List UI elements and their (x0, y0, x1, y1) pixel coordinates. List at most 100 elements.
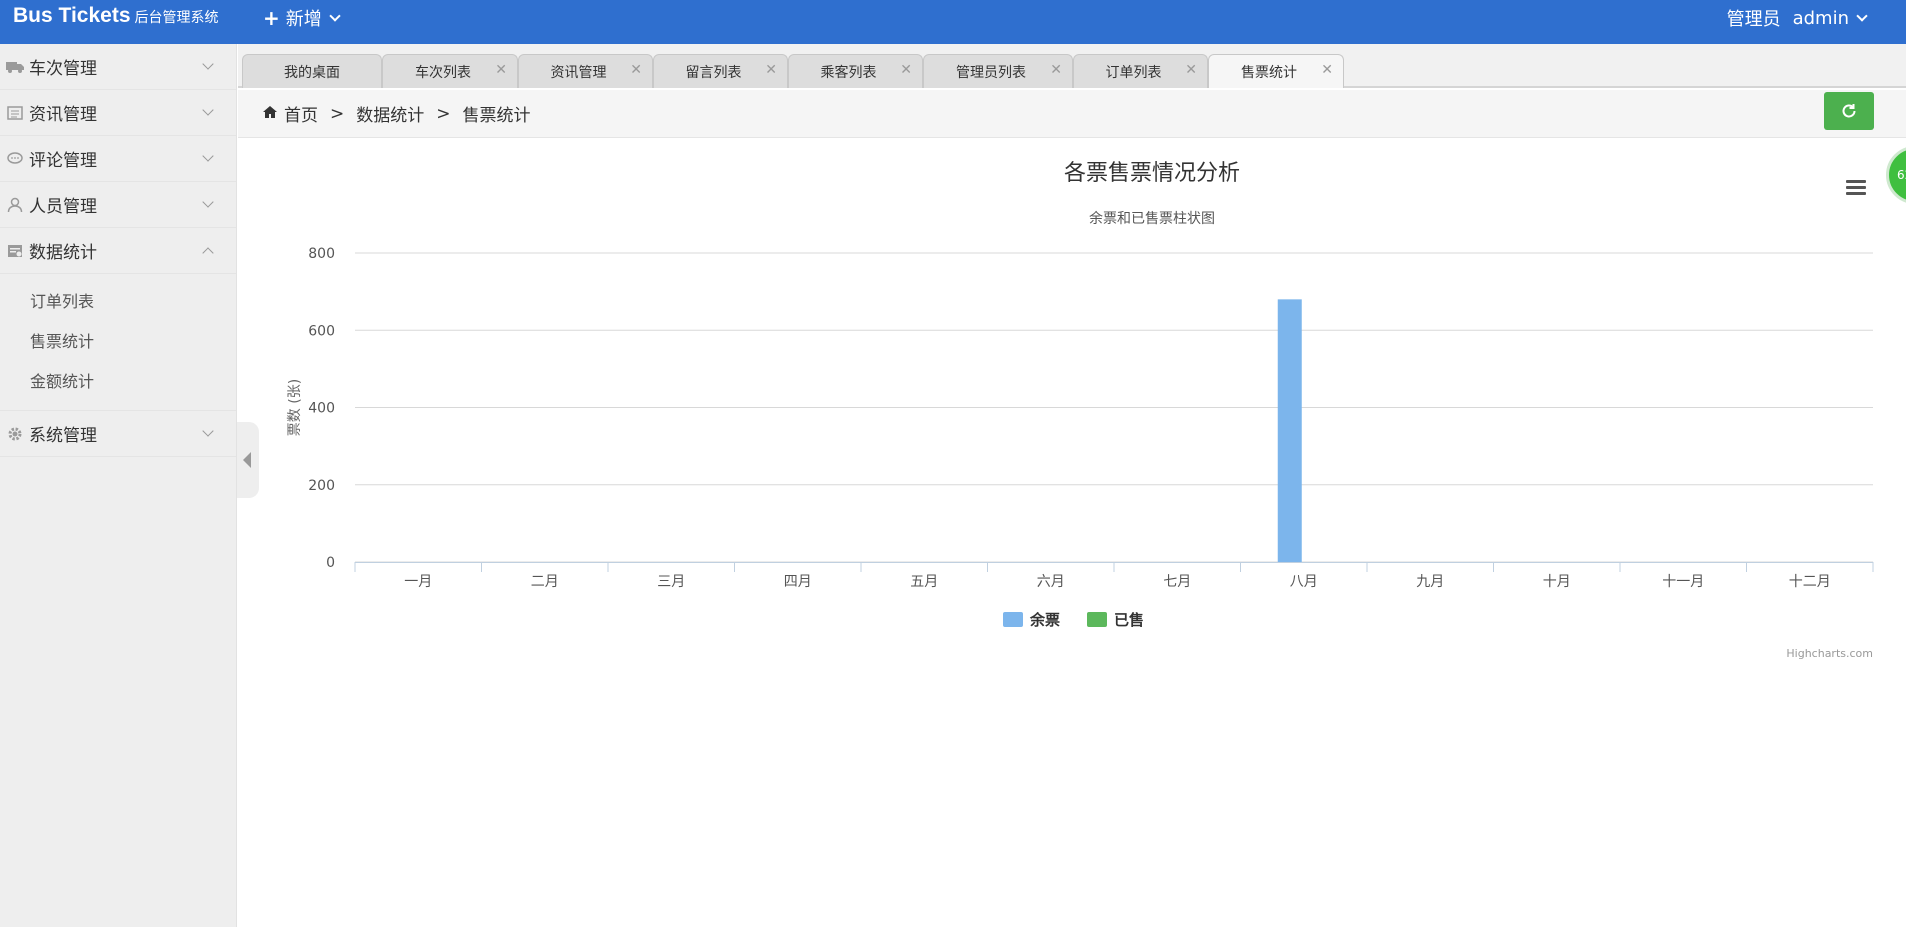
close-icon[interactable]: ✕ (1050, 62, 1062, 78)
bus-icon (6, 59, 24, 75)
y-tick-label: 200 (308, 478, 335, 494)
sidebar: 车次管理 资讯管理 评论管理 人员管理 数据统计 订单列表 售票统计 金额统计 (0, 44, 237, 927)
tab-label: 我的桌面 (284, 64, 340, 81)
gear-icon (6, 426, 24, 442)
news-icon (6, 105, 24, 121)
tab-train-list[interactable]: 车次列表 ✕ (382, 54, 518, 88)
submenu-item-amount-stats[interactable]: 金额统计 (0, 362, 236, 402)
chevron-down-icon (329, 9, 341, 22)
tab-label: 管理员列表 (956, 64, 1026, 81)
plus-icon: + (263, 6, 280, 30)
chevron-down-icon (202, 104, 214, 116)
y-tick-label: 800 (308, 246, 335, 262)
tab-bar: 我的桌面 车次列表 ✕ 资讯管理 ✕ 留言列表 ✕ 乘客列表 ✕ 管理员列表 ✕… (238, 44, 1906, 88)
sidebar-item-label: 车次管理 (29, 59, 97, 79)
chevron-down-icon (1856, 9, 1868, 22)
breadcrumb: 首页 > 数据统计 > 售票统计 (262, 101, 531, 126)
x-tick-label: 七月 (1163, 574, 1191, 590)
x-tick-label: 九月 (1416, 574, 1444, 590)
refresh-icon (1842, 104, 1856, 118)
sidebar-item-people[interactable]: 人员管理 (0, 182, 236, 228)
tab-label: 资讯管理 (550, 64, 607, 81)
close-icon[interactable]: ✕ (1321, 62, 1333, 78)
x-tick-label: 四月 (784, 574, 812, 590)
breadcrumb-level1[interactable]: 数据统计 (356, 101, 424, 126)
chart-menu-icon[interactable] (1846, 180, 1866, 198)
refresh-button[interactable] (1824, 92, 1874, 130)
sidebar-item-stats[interactable]: 数据统计 (0, 228, 236, 274)
breadcrumb-bar: 首页 > 数据统计 > 售票统计 (238, 90, 1906, 138)
sidebar-item-label: 评论管理 (29, 151, 97, 171)
add-new-button[interactable]: + 新增 (263, 5, 341, 31)
stats-submenu: 订单列表 售票统计 金额统计 (0, 274, 236, 411)
sidebar-item-label: 资讯管理 (29, 105, 97, 125)
sidebar-item-comments[interactable]: 评论管理 (0, 136, 236, 182)
x-tick-label: 六月 (1037, 574, 1065, 590)
tab-label: 售票统计 (1241, 64, 1297, 81)
chevron-down-icon (202, 150, 214, 162)
legend-label: 已售 (1114, 611, 1144, 629)
home-icon (262, 104, 278, 124)
user-role: 管理员 (1726, 9, 1781, 30)
tab-messages[interactable]: 留言列表 ✕ (653, 54, 788, 88)
bar-余票 (1277, 299, 1302, 562)
top-header: Bus Tickets 后台管理系统 + 新增 管理员 admin (0, 0, 1906, 44)
x-tick-label: 十一月 (1662, 574, 1704, 590)
x-tick-label: 三月 (657, 574, 685, 590)
sidebar-item-news[interactable]: 资讯管理 (0, 90, 236, 136)
ticket-bar-chart: 各票售票情况分析余票和已售票柱状图 0 200 400 600 800 票数 (张) 一月 二月… (287, 161, 1874, 660)
tab-desktop[interactable]: 我的桌面 (242, 54, 382, 88)
tab-label: 订单列表 (1105, 64, 1162, 81)
chart-container: 各票售票情况分析余票和已售票柱状图 0 200 400 600 800 票数 (张) 一月 二月… (238, 140, 1906, 670)
comment-icon (6, 151, 24, 167)
y-axis-label: 票数 (张) (287, 379, 303, 436)
sidebar-item-label: 系统管理 (29, 426, 97, 446)
close-icon[interactable]: ✕ (900, 62, 912, 78)
close-icon[interactable]: ✕ (765, 62, 777, 78)
chevron-down-icon (202, 425, 214, 437)
close-icon[interactable]: ✕ (630, 62, 642, 78)
breadcrumb-current: 售票统计 (462, 106, 531, 126)
legend-swatch (1003, 612, 1023, 627)
x-tick-label: 一月 (404, 574, 432, 590)
breadcrumb-home[interactable]: 首页 (284, 101, 318, 126)
chevron-down-icon (202, 58, 214, 70)
submenu-item-ticket-stats[interactable]: 售票统计 (0, 322, 236, 362)
user-name: admin (1792, 7, 1849, 29)
tab-label: 留言列表 (685, 64, 742, 81)
sidebar-item-label: 数据统计 (29, 243, 97, 263)
user-menu[interactable]: 管理员 admin (1726, 5, 1868, 31)
legend-label: 余票 (1029, 611, 1060, 629)
y-tick-label: 0 (326, 555, 335, 571)
chart-subtitle: 余票和已售票柱状图 (1089, 210, 1215, 227)
app-logo[interactable]: Bus Tickets 后台管理系统 (13, 4, 219, 28)
logo-subtitle: 后台管理系统 (134, 10, 219, 26)
sidebar-item-train[interactable]: 车次管理 (0, 44, 236, 90)
tab-passengers[interactable]: 乘客列表 ✕ (788, 54, 923, 88)
stats-icon (6, 243, 24, 259)
sidebar-item-system[interactable]: 系统管理 (0, 411, 236, 457)
close-icon[interactable]: ✕ (1185, 62, 1197, 78)
close-icon[interactable]: ✕ (495, 62, 507, 78)
x-tick-label: 五月 (910, 574, 938, 590)
tab-news[interactable]: 资讯管理 ✕ (518, 54, 653, 88)
y-tick-label: 600 (308, 323, 335, 339)
x-tick-label: 二月 (531, 574, 559, 590)
sidebar-item-label: 人员管理 (29, 197, 97, 217)
y-tick-label: 400 (308, 401, 335, 417)
chevron-down-icon (202, 196, 214, 208)
tab-label: 车次列表 (415, 64, 471, 81)
chart-title: 各票售票情况分析 (1064, 161, 1240, 186)
tab-admins[interactable]: 管理员列表 ✕ (923, 54, 1073, 88)
tab-ticket-stats[interactable]: 售票统计 ✕ (1208, 54, 1344, 88)
x-tick-label: 十月 (1543, 574, 1571, 590)
submenu-item-orders[interactable]: 订单列表 (0, 282, 236, 322)
breadcrumb-separator: > (436, 103, 451, 124)
tab-label: 乘客列表 (820, 64, 877, 81)
logo-title: Bus Tickets (13, 4, 131, 27)
tab-orders[interactable]: 订单列表 ✕ (1073, 54, 1208, 88)
add-new-label: 新增 (285, 9, 322, 30)
chart-credits: Highcharts.com (1786, 647, 1873, 660)
chevron-up-icon (202, 247, 214, 259)
x-tick-label: 八月 (1290, 574, 1318, 590)
